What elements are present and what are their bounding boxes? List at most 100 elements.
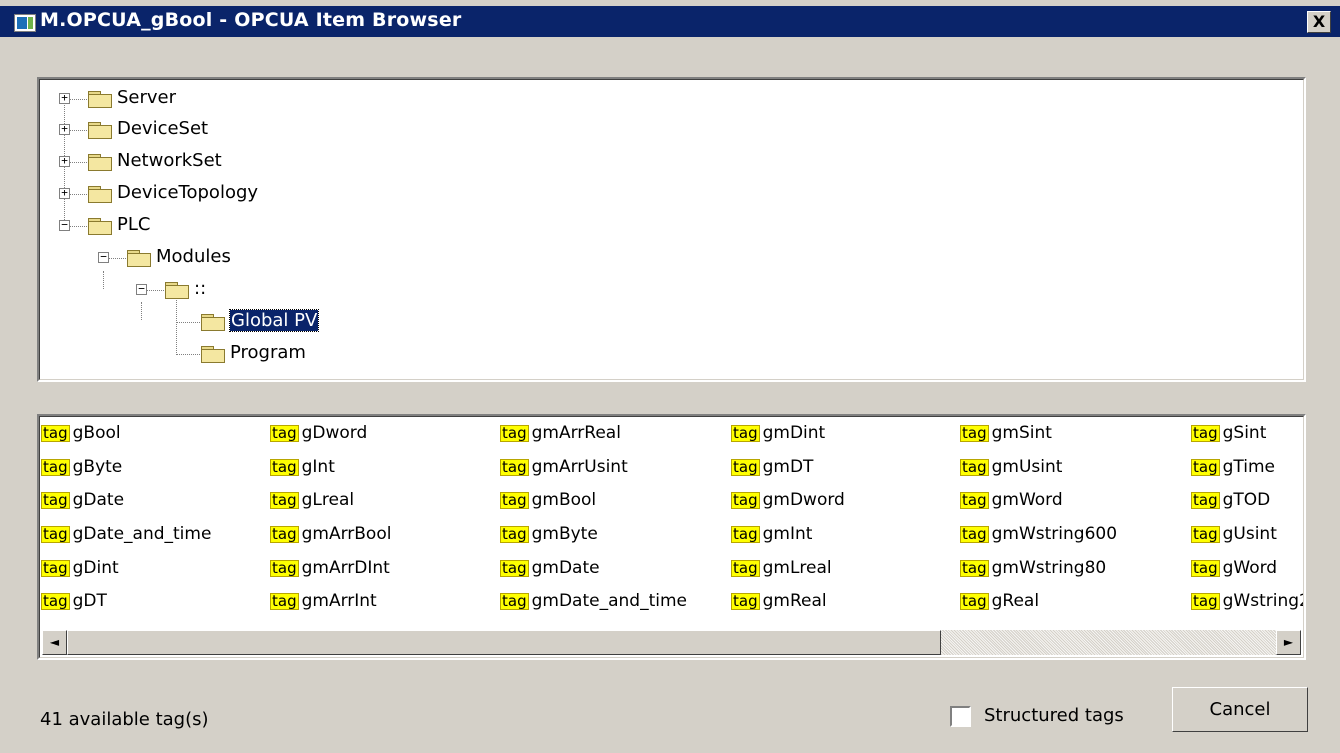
tag-icon: tag bbox=[960, 423, 989, 442]
expand-icon[interactable]: + bbox=[59, 187, 70, 199]
folder-icon bbox=[87, 184, 113, 204]
tag-name: gDint bbox=[72, 558, 119, 578]
tag-list-item[interactable]: tag gLreal bbox=[270, 488, 354, 512]
tree-connector bbox=[176, 291, 177, 355]
tag-name: gDate_and_time bbox=[72, 524, 212, 544]
tag-list-item[interactable]: tag gmDate_and_time bbox=[500, 589, 687, 613]
structured-tags-checkbox[interactable] bbox=[950, 706, 971, 727]
tag-name: gmArrInt bbox=[301, 591, 377, 611]
tag-icon: tag bbox=[270, 490, 299, 509]
tag-list-item[interactable]: tag gmBool bbox=[500, 488, 596, 512]
tag-list-item[interactable]: tag gmArrUsint bbox=[500, 455, 628, 479]
tag-name: gDT bbox=[72, 591, 107, 611]
tag-name: gmArrBool bbox=[301, 524, 392, 544]
tree-item-label[interactable]: Server bbox=[117, 87, 176, 108]
folder-icon bbox=[87, 120, 113, 140]
tag-list-item[interactable]: tag gDate_and_time bbox=[41, 522, 211, 546]
tag-icon: tag bbox=[960, 591, 989, 610]
tree-connector bbox=[109, 258, 126, 259]
tree-connector bbox=[176, 354, 200, 355]
tree-item-label[interactable]: :: bbox=[194, 278, 206, 299]
expand-icon[interactable]: + bbox=[59, 92, 70, 104]
scroll-right-button[interactable]: ► bbox=[1276, 630, 1301, 655]
tag-list-item[interactable]: tag gmDint bbox=[731, 421, 825, 445]
tag-list-item[interactable]: tag gWstring2 bbox=[1191, 589, 1304, 613]
tag-name: gTime bbox=[1222, 457, 1276, 477]
tag-list-item[interactable]: tag gUsint bbox=[1191, 522, 1277, 546]
close-button[interactable]: X bbox=[1307, 11, 1331, 33]
tag-name: gSint bbox=[1222, 423, 1267, 443]
tag-list-item[interactable]: tag gDword bbox=[270, 421, 367, 445]
tree-connector bbox=[70, 194, 87, 195]
tag-list-item[interactable]: tag gmReal bbox=[731, 589, 827, 613]
tag-list-item[interactable]: tag gmInt bbox=[731, 522, 812, 546]
tree-item-label[interactable]: PLC bbox=[117, 214, 150, 235]
tag-list-item[interactable]: tag gDate bbox=[41, 488, 124, 512]
tree-item-label[interactable]: DeviceTopology bbox=[117, 182, 258, 203]
tag-icon: tag bbox=[500, 457, 529, 476]
tag-name: gmBool bbox=[531, 490, 597, 510]
tag-name: gmDate bbox=[531, 558, 600, 578]
tag-list[interactable]: ◄ ► tag gBool tag gByte tag gDate tag gDate_and… bbox=[37, 414, 1306, 660]
tree-connector bbox=[70, 130, 87, 131]
tag-icon: tag bbox=[500, 490, 529, 509]
scroll-thumb[interactable] bbox=[67, 630, 941, 655]
tag-icon: tag bbox=[731, 490, 760, 509]
tag-list-item[interactable]: tag gmDate bbox=[500, 556, 600, 580]
tag-list-item[interactable]: tag gReal bbox=[960, 589, 1039, 613]
tag-list-item[interactable]: tag gmDword bbox=[731, 488, 845, 512]
tag-list-item[interactable]: tag gBool bbox=[41, 421, 121, 445]
tag-list-item[interactable]: tag gmArrInt bbox=[270, 589, 377, 613]
tag-list-item[interactable]: tag gmSint bbox=[960, 421, 1052, 445]
scroll-left-button[interactable]: ◄ bbox=[42, 630, 67, 655]
tag-name: gmUsint bbox=[991, 457, 1063, 477]
structured-tags-label[interactable]: Structured tags bbox=[984, 705, 1124, 726]
tag-list-item[interactable]: tag gmArrBool bbox=[270, 522, 391, 546]
horizontal-scrollbar[interactable]: ◄ ► bbox=[42, 630, 1301, 655]
cancel-button[interactable]: Cancel bbox=[1172, 687, 1308, 732]
tag-name: gmDint bbox=[762, 423, 826, 443]
tag-list-item[interactable]: tag gmLreal bbox=[731, 556, 832, 580]
tag-list-item[interactable]: tag gDint bbox=[41, 556, 119, 580]
expand-icon[interactable]: + bbox=[59, 155, 70, 167]
tag-list-item[interactable]: tag gmDT bbox=[731, 455, 813, 479]
tag-name: gmArrDInt bbox=[301, 558, 390, 578]
tag-name: gmLreal bbox=[762, 558, 832, 578]
tag-name: gmWstring80 bbox=[991, 558, 1107, 578]
tag-list-item[interactable]: tag gSint bbox=[1191, 421, 1266, 445]
tag-list-item[interactable]: tag gmWstring80 bbox=[960, 556, 1106, 580]
tag-name: gTOD bbox=[1222, 490, 1271, 510]
tag-list-item[interactable]: tag gmUsint bbox=[960, 455, 1062, 479]
folder-icon bbox=[200, 344, 226, 364]
tree-item-label[interactable]: Modules bbox=[156, 246, 231, 267]
tag-name: gInt bbox=[301, 457, 335, 477]
tree-item-label[interactable]: Global PV bbox=[228, 309, 320, 332]
tag-list-item[interactable]: tag gDT bbox=[41, 589, 107, 613]
tag-name: gByte bbox=[72, 457, 123, 477]
tag-list-item[interactable]: tag gmArrDInt bbox=[270, 556, 390, 580]
tree-item-label[interactable]: DeviceSet bbox=[117, 118, 208, 139]
collapse-icon[interactable]: − bbox=[136, 283, 147, 295]
tag-list-item[interactable]: tag gmWord bbox=[960, 488, 1063, 512]
expand-icon[interactable]: + bbox=[59, 123, 70, 135]
tag-list-item[interactable]: tag gTOD bbox=[1191, 488, 1270, 512]
tree-connector bbox=[103, 271, 104, 289]
collapse-icon[interactable]: − bbox=[98, 251, 109, 263]
tag-icon: tag bbox=[1191, 423, 1220, 442]
tag-list-item[interactable]: tag gTime bbox=[1191, 455, 1275, 479]
open-folder-icon bbox=[200, 312, 226, 332]
tree-connector bbox=[176, 322, 200, 323]
tree-connector bbox=[70, 162, 87, 163]
tag-list-item[interactable]: tag gmWstring600 bbox=[960, 522, 1117, 546]
tree-item-label[interactable]: Program bbox=[230, 342, 306, 363]
tag-list-item[interactable]: tag gWord bbox=[1191, 556, 1277, 580]
tag-icon: tag bbox=[960, 457, 989, 476]
tree-item-label[interactable]: NetworkSet bbox=[117, 150, 222, 171]
tag-icon: tag bbox=[731, 524, 760, 543]
tag-list-item[interactable]: tag gmArrReal bbox=[500, 421, 621, 445]
tag-list-item[interactable]: tag gByte bbox=[41, 455, 122, 479]
tag-list-item[interactable]: tag gInt bbox=[270, 455, 335, 479]
collapse-icon[interactable]: − bbox=[59, 219, 70, 231]
tag-list-item[interactable]: tag gmByte bbox=[500, 522, 598, 546]
tree-view[interactable]: + Server + DeviceSet + NetworkSet + DeviceTopol… bbox=[37, 77, 1306, 382]
